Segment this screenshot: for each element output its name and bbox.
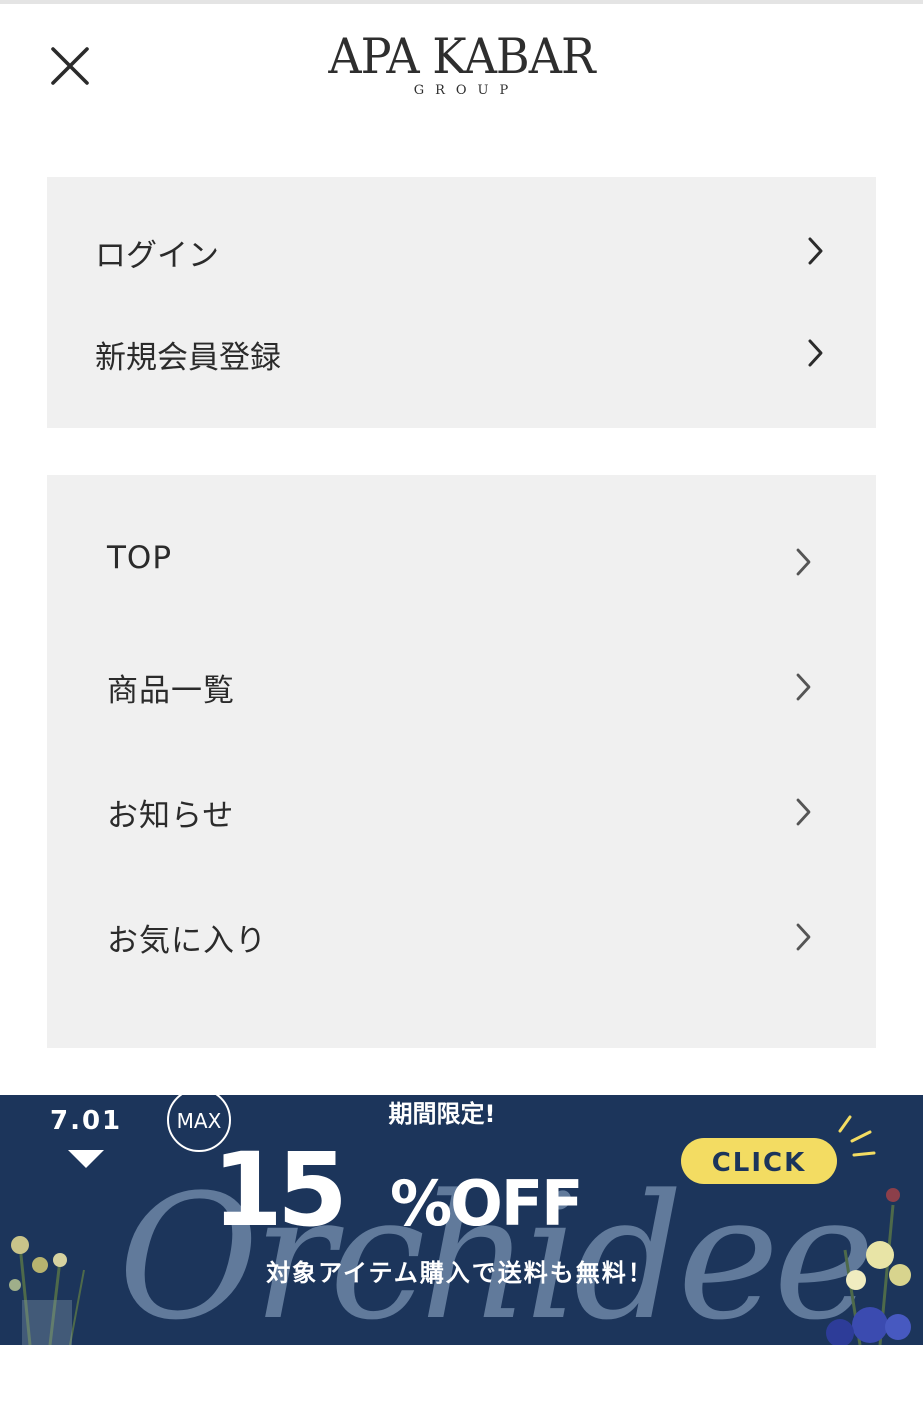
menu-item-favorites[interactable]: お気に入り: [47, 900, 876, 970]
menu-item-label: 新規会員登録: [95, 340, 281, 376]
chevron-right-icon: [808, 339, 823, 367]
click-button-label: CLICK: [712, 1148, 807, 1178]
click-spark: [852, 1151, 876, 1157]
promo-banner-graphic: Orchidee 7.01 MAX 期間限定! 15 %OFF CLICK 対象…: [0, 1095, 923, 1345]
banner-limited-text: 期間限定!: [389, 1100, 496, 1128]
menu-item-label: お気に入り: [107, 923, 267, 959]
banner-date: 7.01: [50, 1106, 122, 1136]
banner-discount-unit: %OFF: [390, 1167, 582, 1240]
menu-item-label: お知らせ: [107, 798, 235, 834]
banner-discount-number: 15: [212, 1131, 342, 1250]
menu-item-products[interactable]: 商品一覧: [47, 650, 876, 720]
menu-item-label: ログイン: [95, 238, 219, 274]
chevron-right-icon: [796, 923, 811, 951]
menu-item-label: TOP: [107, 540, 173, 576]
top-divider: [0, 0, 923, 4]
chevron-right-icon: [796, 548, 811, 576]
banner-subtext: 対象アイテム購入で送料も無料！: [266, 1259, 654, 1287]
menu-item-register[interactable]: 新規会員登録: [47, 317, 876, 387]
menu-item-top[interactable]: TOP: [47, 525, 876, 595]
logo-main-text: APA KABAR: [328, 27, 595, 85]
promo-banner[interactable]: Orchidee 7.01 MAX 期間限定! 15 %OFF CLICK 対象…: [0, 1095, 923, 1345]
chevron-right-icon: [796, 798, 811, 826]
menu-item-label: 商品一覧: [107, 673, 235, 709]
logo-sub-text: GROUP: [413, 83, 520, 98]
chevron-right-icon: [796, 673, 811, 701]
account-menu-panel: ログイン 新規会員登録: [47, 177, 876, 428]
brand-logo[interactable]: APA KABAR GROUP: [0, 27, 923, 98]
menu-item-login[interactable]: ログイン: [47, 215, 876, 285]
navigation-menu-panel: TOP 商品一覧 お知らせ お気に入り: [47, 475, 876, 1048]
max-badge-text: MAX: [177, 1109, 222, 1133]
chevron-right-icon: [808, 237, 823, 265]
menu-item-news[interactable]: お知らせ: [47, 775, 876, 845]
